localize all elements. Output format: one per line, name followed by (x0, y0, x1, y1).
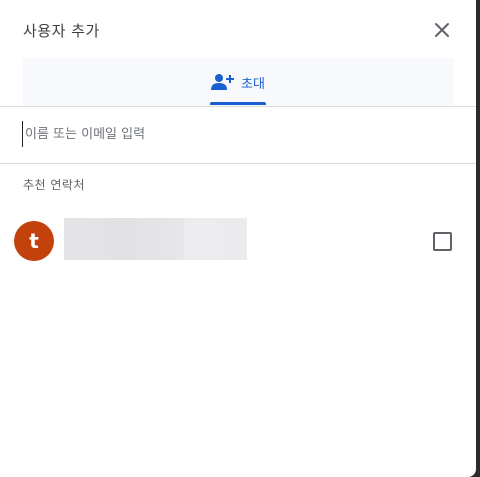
search-input[interactable] (22, 121, 455, 147)
avatar: t (14, 221, 54, 261)
add-user-dialog: 사용자 추가 초대 추천 연락처 t (0, 0, 476, 477)
divider (0, 163, 476, 164)
close-icon (435, 23, 449, 37)
tab-bar: 초대 (23, 58, 454, 106)
contact-row[interactable]: t (0, 214, 476, 266)
redacted-contact-name (64, 218, 247, 260)
tab-invite[interactable]: 초대 (203, 58, 273, 106)
contact-checkbox[interactable] (433, 232, 452, 251)
suggested-contacts-label: 추천 연락처 (23, 178, 86, 192)
search-area (0, 107, 476, 163)
dialog-header: 사용자 추가 (0, 0, 476, 58)
tab-invite-label: 초대 (241, 76, 265, 92)
person-add-icon (211, 74, 235, 90)
close-button[interactable] (428, 16, 456, 44)
active-tab-indicator (210, 102, 266, 105)
dialog-title: 사용자 추가 (23, 22, 100, 40)
